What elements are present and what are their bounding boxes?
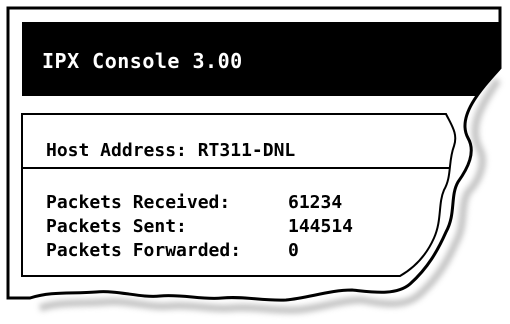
title-bar: IPX Console 3.00 xyxy=(20,26,450,94)
screenshot-canvas: IPX Console 3.00 Host Address: RT311-DNL… xyxy=(0,0,510,324)
packets-forwarded-value: 0 xyxy=(288,239,299,261)
console-window: IPX Console 3.00 Host Address: RT311-DNL… xyxy=(6,6,502,318)
host-address-row: Host Address: RT311-DNL xyxy=(30,130,450,170)
window-title: IPX Console 3.00 xyxy=(42,49,243,73)
stat-row-packets-sent: Packets Sent: 144514 xyxy=(46,214,446,238)
packets-sent-value: 144514 xyxy=(288,215,354,237)
host-address-value: RT311-DNL xyxy=(197,139,296,161)
packets-sent-label: Packets Sent: xyxy=(46,215,187,237)
stat-row-packets-received: Packets Received: 61234 xyxy=(46,190,446,214)
packet-stats: Packets Received: 61234 Packets Sent: 14… xyxy=(46,190,446,262)
packets-forwarded-label: Packets Forwarded: xyxy=(46,239,242,261)
packets-received-label: Packets Received: xyxy=(46,191,231,213)
host-address-label: Host Address: xyxy=(46,139,198,161)
stat-row-packets-forwarded: Packets Forwarded: 0 xyxy=(46,238,446,262)
packets-received-value: 61234 xyxy=(288,191,343,213)
